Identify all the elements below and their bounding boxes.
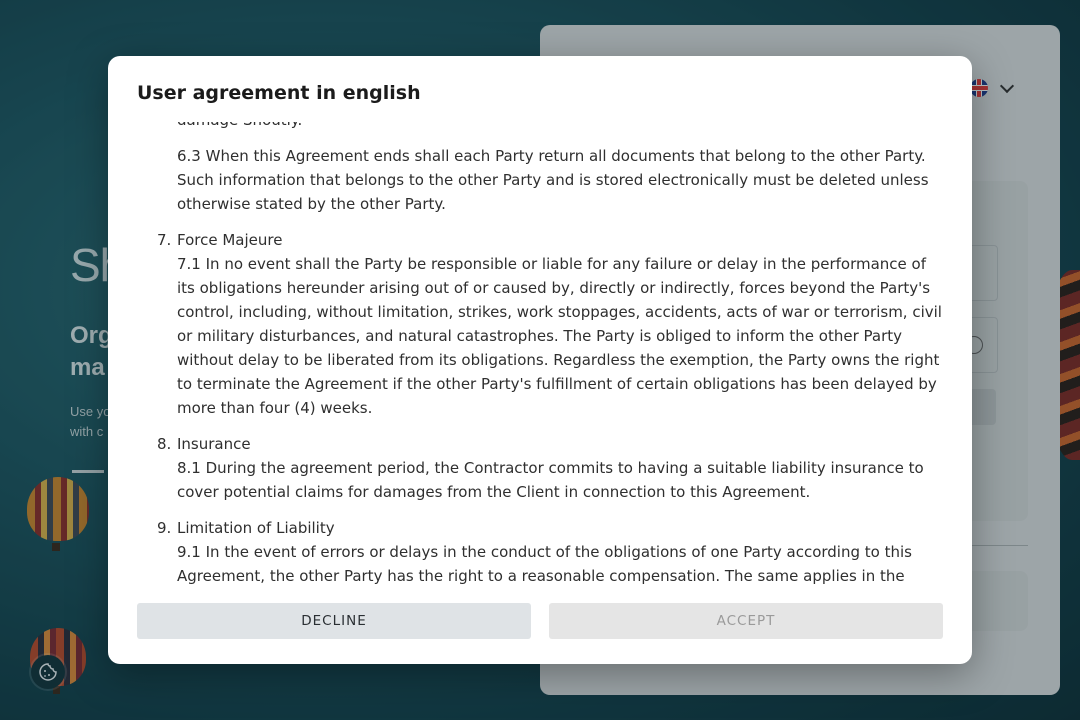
section-text: 9.1 In the event of errors or delays in … — [177, 543, 912, 585]
section-heading: Force Majeure — [177, 231, 283, 249]
agreement-paragraph: 6.3 When this Agreement ends shall each … — [177, 147, 929, 213]
agreement-content: damage Shoutly. 6.3 When this Agreement … — [137, 122, 943, 596]
agreement-section: 8. Insurance 8.1 During the agreement pe… — [157, 432, 943, 504]
agreement-paragraph: damage Shoutly. — [177, 122, 943, 132]
section-heading: Limitation of Liability — [177, 519, 335, 537]
user-agreement-dialog: User agreement in english damage Shoutly… — [108, 56, 972, 664]
section-heading: Insurance — [177, 435, 251, 453]
agreement-scroll-area[interactable]: damage Shoutly. 6.3 When this Agreement … — [137, 122, 943, 596]
section-number: 7. — [157, 231, 172, 249]
section-number: 9. — [157, 519, 172, 537]
section-text: 7.1 In no event shall the Party be respo… — [177, 255, 942, 417]
section-text: 8.1 During the agreement period, the Con… — [177, 459, 924, 501]
accept-button[interactable]: ACCEPT — [549, 603, 943, 639]
section-number: 8. — [157, 435, 172, 453]
agreement-section: 7. Force Majeure 7.1 In no event shall t… — [157, 228, 943, 420]
dialog-title: User agreement in english — [137, 82, 421, 104]
decline-button[interactable]: DECLINE — [137, 603, 531, 639]
agreement-section: 9. Limitation of Liability 9.1 In the ev… — [157, 516, 943, 588]
